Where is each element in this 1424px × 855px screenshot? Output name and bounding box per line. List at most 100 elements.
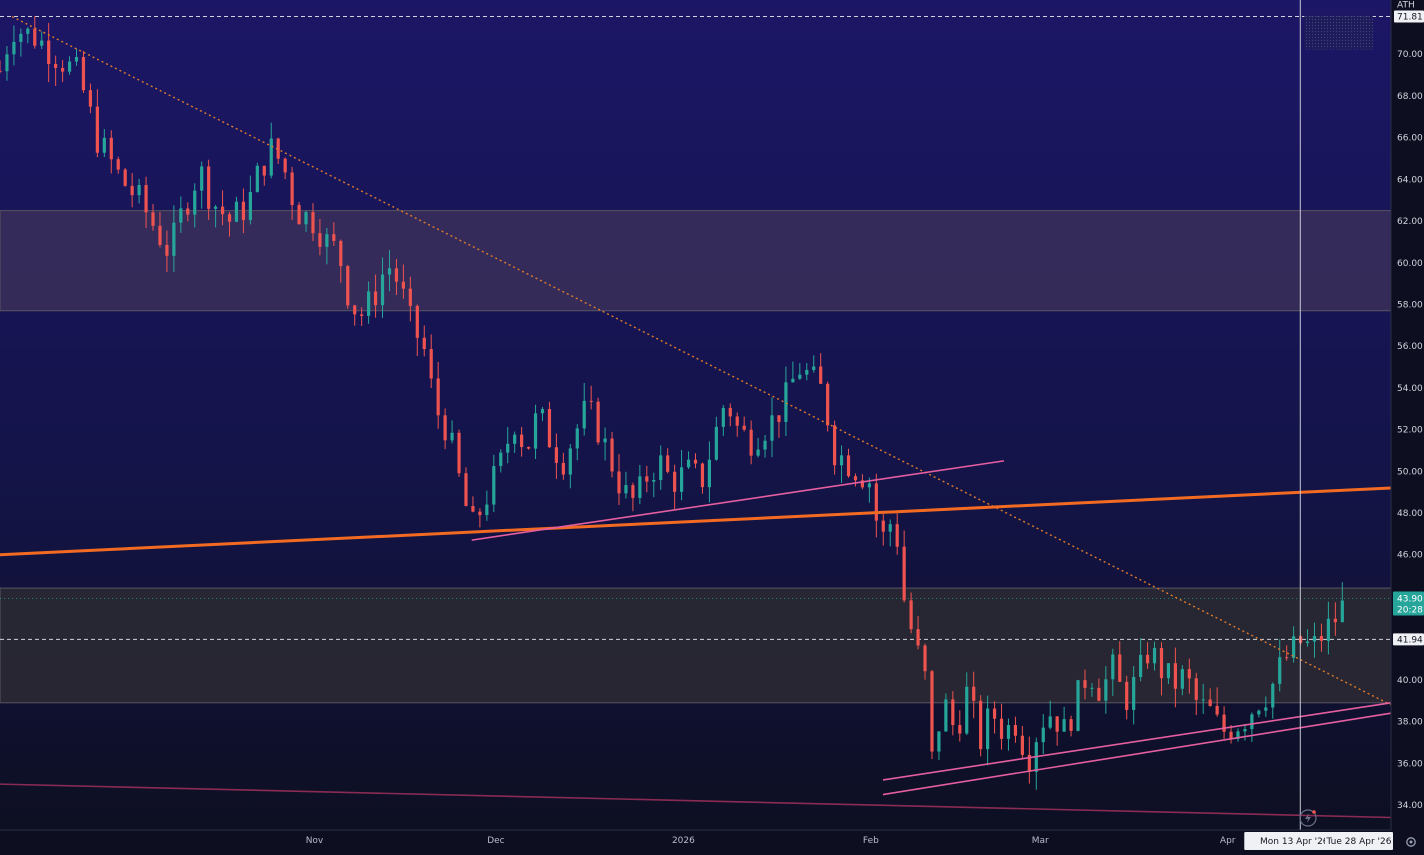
candle-body-64 (443, 415, 447, 441)
time-axis-background (0, 830, 1391, 855)
candle-body-137 (951, 699, 955, 726)
candle-body-177 (1229, 731, 1233, 739)
candle-body-18 (123, 169, 127, 186)
candle-body-20 (137, 185, 141, 196)
candle-body-29 (200, 166, 204, 191)
candle-body-32 (220, 206, 225, 215)
candle-body-76 (526, 447, 531, 449)
candle-body-163 (1132, 676, 1136, 710)
ath-hatch-box (1304, 15, 1373, 50)
candle-body-188 (1305, 641, 1310, 644)
candle-body-58 (401, 281, 405, 289)
last-price-countdown: 20:28 (1397, 606, 1423, 616)
y-tick-label-3: 64.00 (1397, 175, 1423, 185)
ath-tag-label: ATH (1397, 0, 1415, 10)
candle-body-162 (1125, 681, 1129, 710)
candle-body-53 (367, 291, 371, 316)
candle-body-173 (1201, 699, 1205, 701)
candle-body-101 (700, 463, 705, 488)
candle-body-116 (805, 369, 809, 375)
candle-body-17 (116, 159, 120, 170)
chart-background (0, 0, 1391, 830)
candle-body-102 (707, 459, 712, 488)
candle-body-132 (916, 629, 920, 646)
candle-body-24 (165, 244, 169, 256)
candle-body-35 (241, 201, 246, 221)
candle-body-45 (311, 212, 315, 234)
candle-body-5 (33, 28, 37, 46)
candle-body-6 (40, 40, 44, 46)
y-tick-label-15: 36.00 (1397, 759, 1423, 769)
candle-body-136 (944, 699, 948, 732)
x-tick-label-4: Mar (1032, 836, 1049, 846)
candle-body-169 (1173, 663, 1177, 689)
candle-body-26 (179, 208, 183, 223)
candle-body-1 (5, 54, 9, 72)
candle-body-180 (1250, 714, 1254, 730)
y-tick-label-8: 54.00 (1397, 384, 1423, 394)
y-tick-label-16: 34.00 (1397, 801, 1423, 811)
candle-body-8 (54, 63, 58, 68)
candle-body-88 (610, 438, 614, 472)
candle-body-175 (1215, 705, 1219, 715)
candle-body-16 (109, 137, 113, 160)
candle-body-57 (394, 268, 399, 282)
candle-body-158 (1097, 687, 1101, 701)
candle-body-170 (1180, 669, 1184, 689)
candle-body-50 (346, 266, 350, 306)
candle-body-69 (478, 511, 482, 516)
candle-body-181 (1257, 710, 1261, 715)
candle-body-60 (415, 305, 419, 338)
candle-body-11 (74, 57, 79, 62)
candle-body-46 (318, 233, 322, 247)
candle-body-37 (255, 165, 259, 192)
candle-body-151 (1048, 716, 1052, 728)
candle-body-129 (895, 524, 899, 547)
candle-body-47 (325, 234, 329, 247)
candle-body-157 (1090, 687, 1094, 689)
candle-body-174 (1208, 699, 1212, 706)
candle-body-55 (380, 274, 385, 306)
candle-body-141 (979, 700, 983, 750)
candle-body-39 (269, 138, 273, 176)
candle-body-122 (846, 455, 851, 477)
y-tick-label-4: 62.00 (1397, 217, 1423, 227)
candle-body-160 (1111, 654, 1115, 680)
x-tick-label-0: Nov (306, 836, 324, 846)
candle-body-183 (1271, 683, 1275, 708)
candle-body-90 (624, 485, 628, 494)
price-chart[interactable]: 70.00 68.00 66.00 64.00 62.00 60.00 58.00 56.00… (0, 0, 1424, 855)
candle-body-193 (1340, 600, 1344, 623)
y-tick-label-7: 56.00 (1397, 342, 1423, 352)
ref-price-label: 41.94 (1397, 635, 1423, 645)
candle-body-96 (666, 455, 670, 472)
candle-body-82 (568, 448, 572, 475)
candle-body-79 (547, 409, 552, 448)
candle-body-118 (819, 366, 823, 384)
candle-body-107 (742, 425, 746, 430)
candle-body-15 (102, 137, 106, 153)
y-tick-label-0: 70.00 (1397, 50, 1423, 60)
candle-body-123 (853, 476, 858, 481)
candle-body-62 (429, 349, 433, 379)
x-tick-label-3: Feb (863, 836, 879, 846)
candle-body-75 (520, 434, 524, 448)
crosshair-date-label: Mon 13 Apr '26 (1260, 837, 1329, 847)
candle-body-95 (659, 455, 663, 480)
candle-body-86 (596, 401, 600, 443)
candle-body-150 (1041, 727, 1045, 743)
candle-body-36 (248, 191, 252, 221)
candle-body-51 (353, 305, 357, 315)
x-tick-label-5: Apr (1220, 836, 1236, 846)
candle-body-10 (67, 61, 72, 72)
candle-body-146 (1013, 725, 1018, 736)
candle-body-91 (631, 485, 635, 498)
x-tick-label-2: 2026 (672, 836, 695, 846)
candle-body-31 (214, 206, 218, 209)
candle-body-120 (833, 425, 837, 466)
candle-body-33 (227, 214, 232, 222)
chart-root: 70.00 68.00 66.00 64.00 62.00 60.00 58.00 56.00… (0, 0, 1424, 855)
candle-body-159 (1104, 679, 1108, 701)
candle-body-27 (186, 208, 190, 215)
candle-body-152 (1055, 716, 1059, 732)
